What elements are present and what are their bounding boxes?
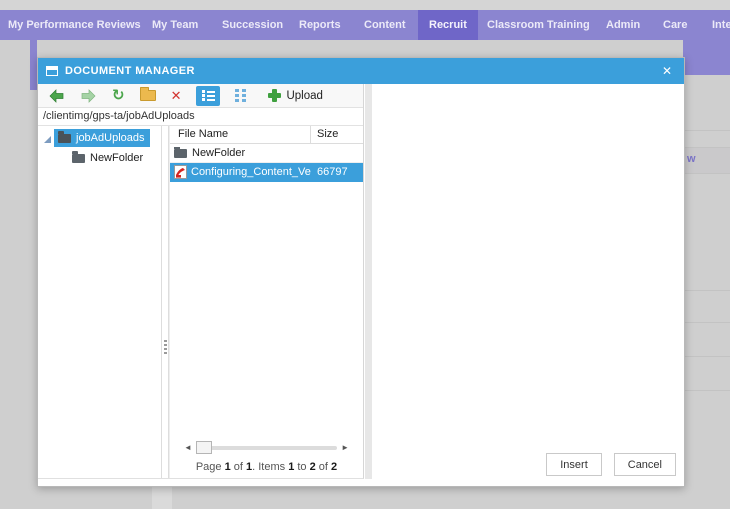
address-path[interactable]: /clientimg/gps-ta/jobAdUploads (38, 108, 363, 126)
tree-item-newfolder[interactable]: NewFolder (72, 149, 161, 167)
forward-arrow-icon (81, 88, 96, 103)
delete-icon: ✕ (170, 87, 182, 103)
refresh-icon: ↻ (112, 86, 125, 104)
folder-icon (72, 150, 85, 163)
background-row-divider (683, 356, 730, 357)
tree-selected-node[interactable]: jobAdUploads (54, 129, 150, 147)
background-table-fragment: w (683, 75, 730, 487)
background-partial-link: w (687, 153, 696, 165)
back-button[interactable] (48, 86, 65, 106)
top-navigation-bar: My Performance Reviews My Team Successio… (0, 10, 730, 40)
pager-text: of (315, 461, 332, 473)
pager-total-items: 2 (331, 461, 338, 473)
file-manager-widget: ↻ ✕ Upload /clientimg/gps-ta/jobAdUpload… (38, 84, 364, 479)
pager-text: to (294, 461, 310, 473)
grid-view-icon (235, 89, 247, 102)
scroll-left-icon[interactable]: ◄ (184, 443, 192, 452)
nav-item-care[interactable]: Care (663, 10, 687, 40)
insert-button[interactable]: Insert (546, 453, 602, 476)
file-size-cell: 66797 (317, 166, 348, 178)
upload-button[interactable]: Upload (268, 89, 323, 102)
delete-button[interactable]: ✕ (171, 86, 182, 106)
column-header-size[interactable]: Size (311, 126, 338, 143)
file-name-cell: Configuring_Content_Vendo (170, 165, 311, 179)
nav-item-classroom-training[interactable]: Classroom Training (487, 10, 590, 40)
pager-text: of (230, 461, 246, 473)
scrollbar-thumb[interactable] (196, 441, 212, 454)
cancel-button[interactable]: Cancel (613, 453, 676, 476)
file-manager-panes: jobAdUploads NewFolder File Name Size Ne… (38, 126, 363, 478)
file-list-rows: NewFolder Configuring_Content_Ve 66797 (170, 144, 363, 440)
background-row-divider (683, 173, 730, 174)
file-list: File Name Size NewFolder Configuring_Con… (169, 126, 363, 478)
nav-item-recruit-active[interactable]: Recruit (418, 10, 478, 40)
tree-child-label: NewFolder (90, 152, 144, 164)
nav-item-admin[interactable]: Admin (606, 10, 640, 40)
scrollbar-track[interactable] (196, 446, 337, 450)
pager-text: Page (195, 461, 225, 473)
tree-root-label: jobAdUploads (76, 132, 145, 144)
dialog-title: DOCUMENT MANAGER (65, 65, 195, 77)
file-name-cell: NewFolder (170, 147, 311, 159)
background-row-divider (683, 147, 730, 148)
nav-item-my-performance-reviews[interactable]: My Performance Reviews (8, 10, 141, 40)
folder-icon (58, 130, 71, 143)
dialog-divider-band (365, 84, 372, 479)
file-row-newfolder[interactable]: NewFolder (170, 144, 363, 163)
background-panel-sliver (30, 40, 37, 90)
background-row-divider (683, 290, 730, 291)
list-view-button[interactable] (196, 85, 221, 106)
scroll-right-icon[interactable]: ► (341, 443, 349, 452)
folder-tree: jobAdUploads NewFolder (38, 126, 161, 478)
background-row-divider (683, 130, 730, 131)
new-folder-icon (139, 87, 156, 101)
page-top-strip (0, 0, 730, 10)
nav-item-succession[interactable]: Succession (222, 10, 283, 40)
background-column-edge (152, 487, 172, 509)
new-folder-button[interactable] (139, 86, 156, 106)
pager-status-text: Page 1 of 1. Items 1 to 2 of 2 (170, 458, 363, 478)
list-view-icon (201, 89, 215, 102)
file-list-header: File Name Size (170, 126, 363, 144)
file-manager-toolbar: ↻ ✕ Upload (38, 84, 363, 108)
pdf-file-icon (174, 165, 187, 179)
nav-item-inte-cutoff[interactable]: Inte (712, 10, 730, 40)
file-row-selected-pdf[interactable]: Configuring_Content_Vendo 66797 (170, 163, 363, 182)
dialog-action-buttons: Insert Cancel (534, 453, 676, 476)
dialog-body: ↻ ✕ Upload /clientimg/gps-ta/jobAdUpload… (38, 84, 684, 486)
column-header-file-name[interactable]: File Name (170, 126, 311, 143)
window-icon (46, 66, 58, 76)
tree-expand-icon[interactable] (44, 135, 51, 143)
splitter-grip-icon (164, 338, 167, 356)
folder-icon (174, 147, 187, 158)
forward-button[interactable] (80, 86, 97, 106)
upload-label: Upload (286, 89, 323, 102)
background-row-divider (683, 390, 730, 391)
close-icon[interactable]: ✕ (662, 58, 672, 84)
grid-view-button[interactable] (229, 86, 253, 106)
back-arrow-icon (49, 88, 64, 103)
nav-item-content[interactable]: Content (364, 10, 406, 40)
background-row-divider (683, 322, 730, 323)
tree-item-jobaduploads[interactable]: jobAdUploads (38, 129, 161, 147)
nav-item-my-team[interactable]: My Team (152, 10, 198, 40)
pager-text: . Items (252, 461, 289, 473)
refresh-button[interactable]: ↻ (112, 86, 125, 106)
file-name-text: Configuring_Content_Vendo (191, 166, 311, 178)
upload-plus-icon (268, 89, 282, 102)
file-name-text: NewFolder (192, 147, 246, 159)
background-subbar-fragment (683, 40, 730, 75)
nav-item-reports[interactable]: Reports (299, 10, 341, 40)
horizontal-scrollbar[interactable]: ◄ ► (184, 440, 349, 458)
dialog-titlebar[interactable]: DOCUMENT MANAGER ✕ (38, 58, 684, 84)
pane-splitter[interactable] (161, 126, 169, 478)
document-manager-dialog: DOCUMENT MANAGER ✕ ↻ ✕ Upload /clientimg… (37, 57, 685, 487)
